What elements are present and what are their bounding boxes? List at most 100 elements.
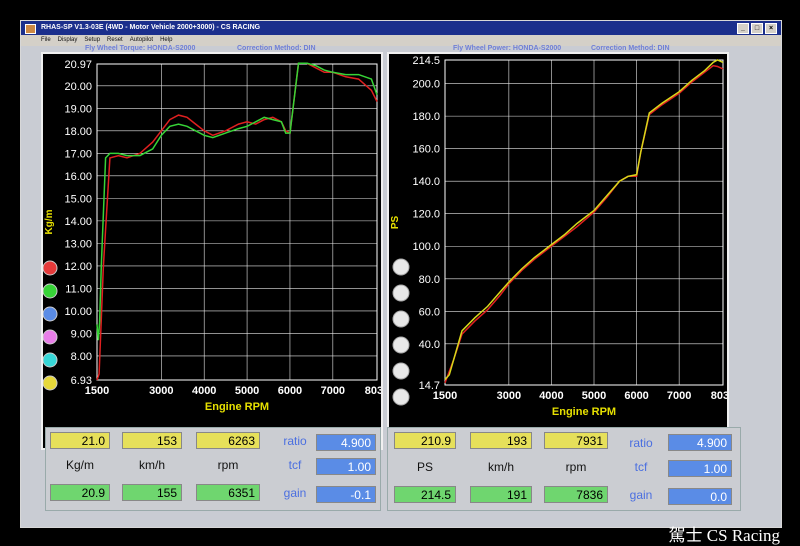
legend-empty-dot	[392, 362, 410, 380]
torque-chart-panel: 15003000400050006000700080306.938.009.00…	[41, 52, 389, 450]
torque-unit-label: Kg/m	[65, 458, 94, 472]
torque-chart: 15003000400050006000700080306.938.009.00…	[42, 59, 389, 413]
x-tick-label: 5000	[235, 385, 259, 397]
legend-color-dot	[42, 306, 58, 322]
x-tick-label: 3000	[149, 385, 173, 397]
power-readout-2: 214.5	[394, 486, 456, 503]
red-series-line	[444, 64, 724, 384]
legend-color-dot	[42, 329, 58, 345]
y-tick-label: 6.93	[71, 375, 92, 387]
gain-value: -0.1	[316, 486, 376, 503]
y-tick-label: 14.7	[419, 380, 440, 392]
x-tick-label: 8030	[711, 390, 727, 402]
legend-empty-dot	[392, 310, 410, 328]
app-icon	[25, 24, 36, 34]
torque-chart-title: Fly Wheel Torque: HONDA-S2000	[85, 45, 196, 52]
legend-color-dot	[42, 283, 58, 299]
x-tick-label: 7000	[667, 390, 691, 402]
y-tick-label: 13.00	[64, 238, 92, 250]
y-tick-label: 80.0	[419, 274, 440, 286]
torque-readout-panel: 21.0 153 6263 ratio 4.900 Kg/m km/h rpm …	[45, 427, 381, 511]
legend-color-dot	[42, 375, 58, 391]
watermark: 駕士 CS Racing	[668, 526, 780, 545]
rpm-readout-2: 6351	[196, 484, 260, 501]
tcf-value: 1.00	[668, 460, 732, 477]
close-button[interactable]: ×	[765, 23, 777, 34]
gain-label: gain	[283, 486, 307, 500]
maximize-button[interactable]: □	[751, 23, 763, 34]
y-tick-label: 19.00	[64, 103, 92, 115]
rpm-readout-1: 7931	[544, 432, 608, 449]
menu-file[interactable]: File	[41, 35, 51, 46]
plot-border	[444, 59, 724, 386]
ratio-value: 4.900	[316, 434, 376, 451]
legend-color-dot	[42, 260, 58, 276]
power-chart: 150030004000500060007000803014.740.060.0…	[390, 55, 735, 418]
minimize-button[interactable]: _	[737, 23, 749, 34]
x-tick-label: 4000	[192, 385, 216, 397]
y-tick-label: 11.00	[65, 283, 92, 295]
y-tick-label: 9.00	[71, 328, 92, 340]
rpm-unit-label: rpm	[565, 460, 587, 474]
ratio-label: ratio	[283, 434, 307, 448]
x-tick-label: 7000	[321, 385, 345, 397]
x-tick-label: 4000	[539, 390, 563, 402]
speed-readout-1: 153	[122, 432, 182, 449]
x-tick-label: 3000	[497, 390, 521, 402]
torque-readout-2: 20.9	[50, 484, 110, 501]
green-series-line	[96, 62, 378, 341]
power-chart-panel: 150030004000500060007000803014.740.060.0…	[387, 52, 735, 450]
ratio-value: 4.900	[668, 434, 732, 451]
gain-label: gain	[629, 488, 653, 502]
power-correction-method: Correction Method: DIN	[591, 45, 670, 52]
y-tick-label: 214.5	[412, 55, 440, 67]
y-tick-label: 160.0	[412, 144, 440, 156]
rpm-unit-label: rpm	[217, 458, 239, 472]
y-tick-label: 180.0	[412, 111, 440, 123]
speed-readout-2: 191	[470, 486, 532, 503]
x-axis-label: Engine RPM	[205, 401, 269, 413]
power-unit-label: PS	[416, 460, 433, 474]
tcf-label: tcf	[288, 458, 302, 472]
y-tick-label: 16.00	[64, 171, 92, 183]
speed-readout-2: 155	[122, 484, 182, 501]
legend-color-dot	[42, 352, 58, 368]
tcf-value: 1.00	[316, 458, 376, 475]
rpm-readout-2: 7836	[544, 486, 608, 503]
plot-border	[96, 63, 378, 381]
y-tick-label: 100.0	[412, 241, 440, 253]
x-axis-label: Engine RPM	[552, 406, 616, 418]
power-readout-panel: 210.9 193 7931 ratio 4.900 PS km/h rpm t…	[387, 427, 741, 511]
legend-empty-dot	[392, 336, 410, 354]
gain-value: 0.0	[668, 488, 732, 505]
power-chart-title: Fly Wheel Power: HONDA-S2000	[453, 45, 562, 52]
x-tick-label: 8030	[365, 385, 381, 397]
title-bar: RHAS-SP V1.3-03E (4WD - Motor Vehicle 20…	[21, 21, 781, 35]
x-tick-label: 5000	[582, 390, 606, 402]
tcf-label: tcf	[634, 460, 648, 474]
power-readout-1: 210.9	[394, 432, 456, 449]
y-tick-label: 14.00	[64, 216, 92, 228]
y-tick-label: 140.0	[412, 176, 440, 188]
rpm-readout-1: 6263	[196, 432, 260, 449]
menu-display[interactable]: Display	[58, 35, 78, 46]
y-tick-label: 20.97	[64, 59, 92, 71]
ratio-label: ratio	[629, 436, 653, 450]
y-tick-label: 200.0	[412, 79, 440, 91]
y-tick-label: 18.00	[64, 126, 92, 138]
legend-empty-dot	[392, 284, 410, 302]
y-tick-label: 20.00	[64, 81, 92, 93]
y-tick-label: 15.00	[64, 193, 92, 205]
app-window: RHAS-SP V1.3-03E (4WD - Motor Vehicle 20…	[20, 20, 782, 528]
y-tick-label: 60.0	[419, 306, 440, 318]
y-tick-label: 120.0	[412, 209, 440, 221]
y-tick-label: 17.00	[64, 148, 92, 160]
torque-correction-method: Correction Method: DIN	[237, 45, 316, 52]
speed-readout-1: 193	[470, 432, 532, 449]
x-tick-label: 6000	[278, 385, 302, 397]
y-tick-label: 40.0	[419, 339, 440, 351]
window-title: RHAS-SP V1.3-03E (4WD - Motor Vehicle 20…	[41, 24, 261, 31]
x-tick-label: 6000	[624, 390, 648, 402]
speed-unit-label: km/h	[487, 460, 514, 474]
red-series-line	[96, 62, 378, 381]
